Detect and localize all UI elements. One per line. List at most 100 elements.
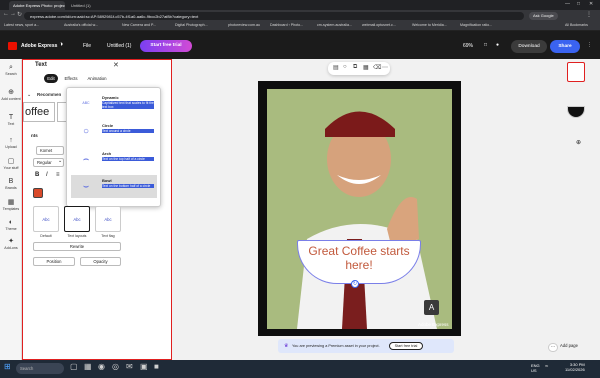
avatar[interactable]: ● <box>496 42 499 48</box>
add-thumbnail-icon[interactable]: ⊕ <box>576 139 581 146</box>
text-style-swatch[interactable]: offee <box>23 102 55 122</box>
add-page-button[interactable]: Add page <box>560 343 578 348</box>
comment-icon[interactable]: □ <box>484 42 487 48</box>
minimize-icon[interactable]: — <box>565 1 570 7</box>
layout-card-text-flag[interactable]: Abc <box>95 206 121 232</box>
edge-icon[interactable]: ◎ <box>112 362 119 371</box>
language-indicator[interactable]: ENG US <box>531 363 540 373</box>
color-swatch[interactable] <box>33 188 43 198</box>
bookmark-item[interactable]: Digital Photograph... <box>175 23 208 27</box>
close-window-icon[interactable]: ✕ <box>589 1 593 7</box>
rail-templates[interactable]: ▦ Templates <box>0 199 22 211</box>
share-button[interactable]: Share <box>550 40 580 53</box>
page-thumbnail[interactable] <box>567 62 585 82</box>
font-family-field[interactable]: Komet <box>36 146 64 155</box>
rotate-handle-icon[interactable]: ↻ <box>351 280 359 288</box>
rewrite-button[interactable]: Rewrite <box>33 242 121 251</box>
text-format-icon[interactable]: ≡ <box>56 172 60 178</box>
rail-search[interactable]: ⌕ Search <box>0 64 22 76</box>
forward-icon[interactable]: → <box>10 11 16 17</box>
ask-google-button[interactable]: Ask Google <box>529 12 558 20</box>
tab-edit[interactable]: Edit <box>44 74 58 83</box>
task-view-icon[interactable]: ▢ <box>70 362 78 371</box>
chevron-down-icon: ⌄ <box>58 158 63 164</box>
lock-icon[interactable]: ○ <box>343 64 347 70</box>
file-menu[interactable]: File <box>83 43 91 49</box>
folder-icon: ▢ <box>7 158 15 165</box>
all-bookmarks[interactable]: All Bookmarks <box>565 23 588 27</box>
bookmark-item[interactable]: webmail.optusnet.c... <box>362 23 396 27</box>
layout-option-circle[interactable]: ○ Circle Text around a circle <box>71 120 157 143</box>
photo[interactable] <box>267 89 452 329</box>
toggle-icon[interactable]: ◑ <box>59 41 63 48</box>
bookmark-item[interactable]: Magnification ratio... <box>460 23 492 27</box>
section-heading-recommended: Recommen <box>37 92 62 97</box>
taskbar-search[interactable]: Search <box>16 363 64 374</box>
tab-effects[interactable]: Effects <box>62 74 80 83</box>
chrome-icon[interactable]: ◉ <box>98 362 105 371</box>
page-thumbnail[interactable] <box>567 88 585 100</box>
upload-icon: ↑ <box>9 137 13 144</box>
back-icon[interactable]: ← <box>3 11 9 17</box>
clock[interactable]: 3:30 PM 11/02/2026 <box>565 362 585 372</box>
opacity-button[interactable]: Opacity <box>80 257 121 266</box>
layout-option-bowl[interactable]: ⌣ Bowl Text on the bottom half of a circ… <box>71 175 157 198</box>
layout-card-text-layouts[interactable]: Abc <box>64 206 90 232</box>
position-button[interactable]: Position <box>33 257 75 266</box>
mail-icon[interactable]: ✉ <box>126 362 133 371</box>
menu-icon[interactable]: ⋮ <box>586 11 592 18</box>
caption-text[interactable]: Great Coffee starts here! <box>300 244 418 272</box>
layout-option-arch[interactable]: ⌢ Arch Text on the top half of a circle <box>71 148 157 171</box>
collapse-icon[interactable]: ⌄ <box>27 92 31 98</box>
bookmark-item[interactable]: Dashboard ‹ Photo... <box>270 23 303 27</box>
rail-add-content[interactable]: ⊕ Add content <box>0 89 22 101</box>
wifi-icon[interactable]: ≈ <box>545 364 548 370</box>
tab-animation[interactable]: Animation <box>85 74 109 83</box>
photoshop-icon[interactable]: ■ <box>154 362 159 371</box>
browser-tab-active[interactable]: Adobe Express Photo: project... <box>9 1 65 10</box>
bookmark-item[interactable]: photoreview.com.au <box>228 23 260 27</box>
duplicate-icon[interactable]: ⧉ <box>353 64 357 71</box>
app-icon[interactable]: ▣ <box>140 362 148 371</box>
bookmark-item[interactable]: Australia's official w... <box>64 23 98 27</box>
maximize-icon[interactable]: □ <box>577 1 580 7</box>
reload-icon[interactable]: ↻ <box>17 11 22 18</box>
addons-icon: ✦ <box>8 238 14 245</box>
close-icon[interactable]: ✕ <box>113 61 119 69</box>
rail-add-ons[interactable]: ✦ Add-ons <box>0 238 22 250</box>
document-title[interactable]: Untitled (1) <box>107 43 131 49</box>
bookmark-item[interactable]: Welcome to Meridia... <box>412 23 447 27</box>
more-icon[interactable]: ⋮ <box>587 42 592 48</box>
premium-start-trial-button[interactable]: Start free trial <box>389 342 423 350</box>
delete-icon[interactable]: ⌫ <box>373 64 381 71</box>
italic-icon[interactable]: I <box>46 172 48 178</box>
templates-icon: ▦ <box>7 199 15 206</box>
crown-icon: ♛ <box>284 343 289 349</box>
layers-icon[interactable]: ▤ <box>333 64 339 71</box>
page-more-icon[interactable]: ⋯ <box>548 343 558 352</box>
zoom-level[interactable]: 69% <box>463 43 473 49</box>
url-field[interactable]: express.adobe.com/id/urn:aaid:sc:AP:5892… <box>24 12 524 20</box>
rail-upload[interactable]: ↑ Upload <box>0 137 22 149</box>
start-free-trial-button[interactable]: Start free trial <box>140 40 192 52</box>
rail-your-stuff[interactable]: ▢ Your stuff <box>0 158 22 170</box>
brand-name[interactable]: Adobe Express <box>21 43 57 49</box>
file-explorer-icon[interactable]: ▦ <box>84 362 92 371</box>
bookmark-item[interactable]: cm-system.australia... <box>317 23 352 27</box>
bookmark-item[interactable]: Latest news, sport a... <box>4 23 39 27</box>
grid-icon[interactable]: ▦ <box>363 64 369 71</box>
more-icon[interactable]: ⋯ <box>382 64 388 71</box>
bookmark-item[interactable]: New Camera and P... <box>122 23 156 27</box>
layout-option-dynamic[interactable]: ABC Dynamic Capitalized text that scales… <box>71 92 157 115</box>
layout-card-default[interactable]: Abc <box>33 206 59 232</box>
theme-icon: ◐ <box>8 219 14 226</box>
browser-tab[interactable]: Untitled (1) <box>67 1 117 10</box>
premium-notice-bar: ♛ You are previewing a Premium asset in … <box>278 339 454 353</box>
rail-theme[interactable]: ◐ Theme <box>0 219 22 231</box>
download-button[interactable]: Download <box>511 40 547 53</box>
bold-icon[interactable]: B <box>35 172 39 178</box>
rail-text[interactable]: T Text <box>0 114 22 126</box>
windows-start-icon[interactable]: ⊞ <box>4 362 11 371</box>
add-icon: ⊕ <box>8 89 14 96</box>
rail-brands[interactable]: B Brands <box>0 178 22 190</box>
